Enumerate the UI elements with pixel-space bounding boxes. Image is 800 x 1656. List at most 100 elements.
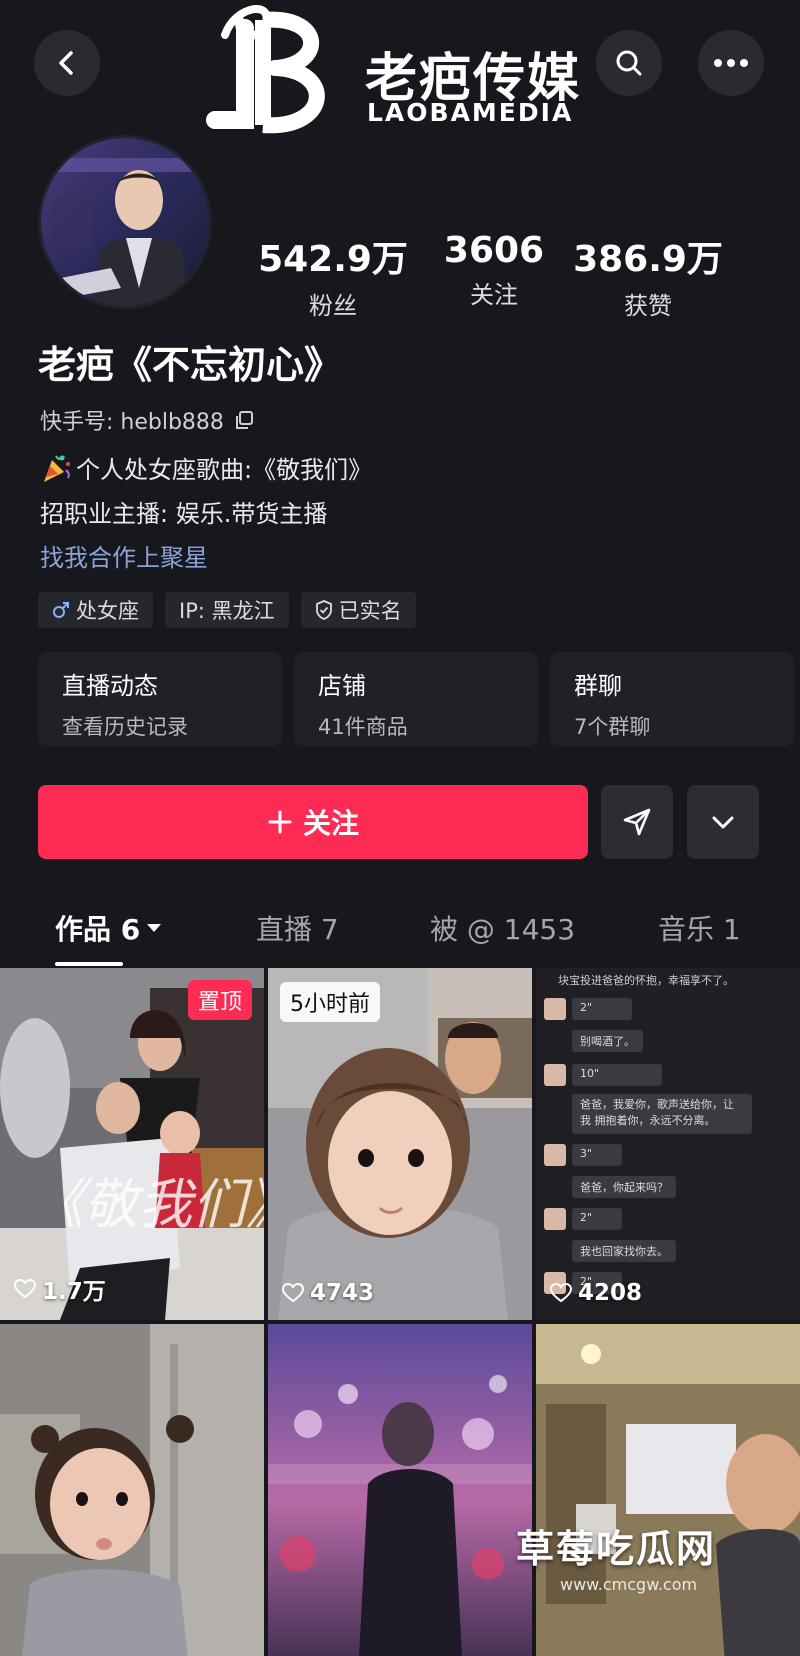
search-button[interactable] [596, 30, 662, 96]
stat-followers[interactable]: 542.9万 粉丝 [258, 230, 408, 321]
feature-cards: 直播动态 查看历史记录 店铺 41件商品 群聊 7个群聊 [38, 652, 800, 746]
card-subtitle: 查看历史记录 [62, 715, 188, 739]
profile-stats: 542.9万 粉丝 3606 关注 386.9万 获赞 [258, 230, 778, 320]
video-tile[interactable]: 块宝投进爸爸的怀抱，幸福享不了。 2" 别喝酒了。 10" 爸爸，我爱你，歌声送… [536, 968, 800, 1320]
follow-button[interactable]: 关注 [38, 785, 588, 859]
tab-music[interactable]: 音乐 1 [658, 908, 741, 948]
plus-icon [268, 810, 292, 834]
tab-mentions[interactable]: 被 @ 1453 [430, 908, 575, 948]
heart-icon [550, 1283, 572, 1303]
tag-gender-zodiac: 处女座 [38, 592, 153, 628]
send-icon [623, 808, 651, 836]
tab-label: 直播 7 [256, 913, 339, 946]
stat-value: 3606 [443, 230, 545, 271]
chat-avatar [544, 1144, 566, 1166]
chat-screenshot: 块宝投进爸爸的怀抱，幸福享不了。 2" 别喝酒了。 10" 爸爸，我爱你，歌声送… [536, 968, 800, 1320]
video-tile[interactable]: 5小时前 4743 [268, 968, 532, 1320]
party-popper-icon [44, 454, 70, 482]
copy-icon[interactable] [234, 410, 254, 430]
search-icon [616, 50, 642, 76]
brand-name-en: LAOBAMEDIA [367, 98, 574, 127]
card-title: 店铺 [318, 672, 366, 700]
video-thumbnail [0, 1324, 264, 1656]
expand-button[interactable] [687, 785, 759, 859]
card-subtitle: 41件商品 [318, 715, 408, 739]
pinned-badge: 置顶 [187, 980, 252, 1020]
video-tile[interactable]: 4434 [268, 1324, 532, 1656]
like-count: 1.7万 [14, 1272, 106, 1306]
video-overlay-text: 《敬我们》 [30, 1173, 264, 1236]
tag-verified: 已实名 [300, 592, 416, 628]
cooperation-link[interactable]: 找我合作上聚星 [40, 538, 208, 573]
avatar-photo [41, 138, 209, 306]
chevron-down-icon [712, 816, 734, 829]
top-bar: 老疤传媒 LAOBAMEDIA [0, 0, 800, 150]
bio-line-1: 个人处女座歌曲:《敬我们》 [40, 450, 372, 485]
card-group-chat[interactable]: 群聊 7个群聊 [550, 652, 794, 746]
video-thumbnail [536, 1324, 800, 1656]
more-dots-icon [714, 59, 748, 67]
site-watermark: 草莓吃瓜网 [516, 1527, 717, 1571]
video-thumbnail: 《敬我们》 [0, 968, 264, 1320]
profile-tags: 处女座 IP: 黑龙江 已实名 [38, 592, 416, 628]
account-id: 快手号: heblb888 [40, 410, 224, 435]
caret-down-icon [147, 924, 162, 932]
tag-ip-location: IP: 黑龙江 [165, 592, 289, 628]
video-thumbnail [268, 1324, 532, 1656]
account-id-row: 快手号: heblb888 [40, 404, 254, 436]
card-live-history[interactable]: 直播动态 查看历史记录 [38, 652, 282, 746]
stat-value: 386.9万 [573, 239, 723, 280]
avatar[interactable] [38, 135, 212, 309]
chat-avatar [544, 1208, 566, 1230]
chat-message-line: 拥抱着你，永远不分离。 [594, 1114, 716, 1127]
stat-following[interactable]: 3606 关注 [434, 230, 554, 310]
time-badge: 5小时前 [280, 982, 380, 1022]
tab-label: 被 @ 1453 [430, 913, 576, 946]
voice-message: 10" [572, 1064, 662, 1086]
brand-logo: 老疤传媒 LAOBAMEDIA [205, 0, 605, 150]
chat-message: 爸爸，我爱你，歌声送给你，让我 拥抱着你，永远不分离。 [572, 1094, 752, 1134]
chat-message: 爸爸，你起来吗？ [572, 1176, 676, 1198]
chat-avatar [544, 998, 566, 1020]
chat-avatar [544, 1064, 566, 1086]
like-count-value: 4743 [310, 1280, 375, 1306]
stat-label: 获赞 [624, 292, 672, 320]
voice-message: 2" [572, 998, 632, 1020]
like-count: 4208 [550, 1280, 642, 1306]
bio-text-1: 个人处女座歌曲:《敬我们》 [76, 456, 373, 484]
content-tabs: 作品 6 直播 7 被 @ 1453 音乐 1 [0, 900, 800, 968]
tag-label: IP: 黑龙江 [179, 599, 275, 623]
video-tile[interactable]: 3228 [536, 1324, 800, 1656]
more-button[interactable] [698, 30, 764, 96]
card-subtitle: 7个群聊 [574, 715, 651, 739]
tab-live[interactable]: 直播 7 [256, 908, 339, 948]
card-title: 直播动态 [62, 672, 158, 700]
tab-label: 音乐 1 [658, 913, 741, 946]
profile-name: 老疤《不忘初心》 [38, 343, 343, 387]
chat-text: 块宝投进爸爸的怀抱，幸福享不了。 [558, 974, 734, 987]
brand-mark-icon [206, 5, 325, 134]
back-chevron-icon [59, 51, 73, 75]
heart-icon [282, 1283, 304, 1303]
voice-message: 3" [572, 1144, 622, 1166]
card-title: 群聊 [574, 672, 622, 700]
tag-label: 处女座 [76, 599, 139, 623]
tag-label: 已实名 [338, 599, 402, 623]
stat-likes[interactable]: 386.9万 获赞 [568, 230, 728, 321]
tab-works[interactable]: 作品 6 [55, 908, 162, 948]
chat-message: 我也回家找你去。 [572, 1240, 676, 1262]
back-button[interactable] [34, 30, 100, 96]
chat-message: 别喝酒了。 [572, 1030, 643, 1052]
stat-value: 542.9万 [258, 239, 408, 280]
bio-line-2: 招职业主播: 娱乐.带货主播 [40, 500, 328, 528]
video-tile[interactable]: 8592 [0, 1324, 264, 1656]
tab-label: 作品 6 [55, 913, 141, 946]
follow-label: 关注 [302, 807, 359, 840]
shield-check-icon [315, 600, 332, 620]
send-message-button[interactable] [601, 785, 673, 859]
video-tile[interactable]: 《敬我们》 置顶 1.7万 [0, 968, 264, 1320]
card-shop[interactable]: 店铺 41件商品 [294, 652, 538, 746]
voice-message: 2" [572, 1208, 622, 1230]
male-icon [53, 602, 69, 618]
heart-icon [14, 1279, 36, 1299]
